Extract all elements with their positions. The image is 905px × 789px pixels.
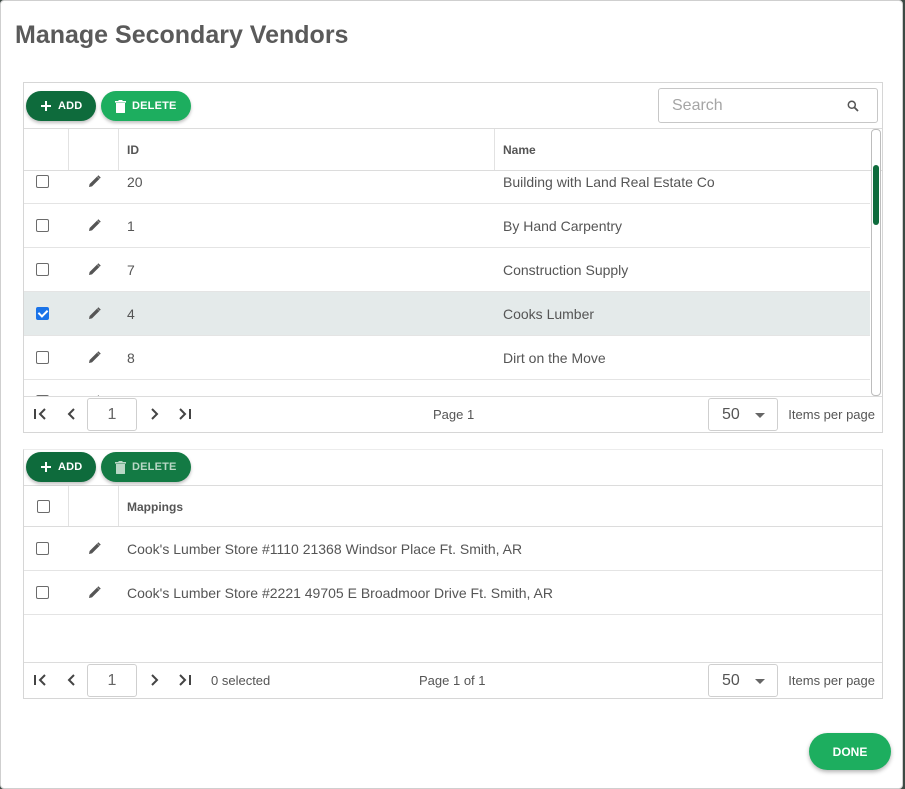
delete-mapping-button[interactable]: DELETE	[101, 452, 191, 482]
row-checkbox[interactable]	[36, 263, 49, 276]
prev-page-icon[interactable]	[64, 672, 80, 691]
edit-icon[interactable]	[88, 571, 101, 614]
manage-vendors-dialog: Manage Secondary Vendors ADD DELETE Sear…	[0, 0, 903, 789]
vendors-grid: ADD DELETE ID Name 20Building with L	[23, 82, 883, 433]
edit-icon[interactable]	[88, 527, 101, 570]
name-column-header[interactable]: Name	[503, 129, 536, 170]
vendor-name-cell: Cooks Lumber	[503, 305, 595, 322]
dialog-title: Manage Secondary Vendors	[15, 21, 349, 49]
id-column-header[interactable]: ID	[127, 129, 139, 170]
search-icon[interactable]	[847, 99, 859, 117]
delete-mapping-label: DELETE	[132, 461, 177, 473]
page-info: Page 1 of 1	[419, 673, 486, 688]
edit-icon[interactable]	[88, 248, 101, 291]
table-row[interactable]: Cook's Lumber Store #2221 49705 E Broadm…	[24, 571, 882, 615]
row-checkbox[interactable]	[36, 542, 49, 555]
edit-icon[interactable]	[88, 292, 101, 335]
vendors-scrollbar[interactable]	[871, 129, 881, 396]
page-number-input[interactable]: 1	[87, 398, 137, 431]
select-all-checkbox-cell[interactable]	[37, 486, 50, 527]
plus-icon	[40, 461, 52, 473]
select-all-checkbox[interactable]	[37, 500, 50, 513]
mappings-pager: 1 0 selected Page 1 of 1 50 Items per pa…	[24, 662, 882, 698]
caret-down-icon	[755, 679, 765, 684]
vendor-id-cell: 4	[127, 305, 135, 322]
add-mapping-button[interactable]: ADD	[26, 452, 97, 482]
row-checkbox[interactable]	[36, 351, 49, 364]
search-box[interactable]	[658, 88, 878, 123]
row-checkbox-cell[interactable]	[36, 571, 49, 614]
edit-icon[interactable]	[88, 204, 101, 247]
mappings-grid: ADD DELETE Mappings Cook's Lumber Store …	[23, 449, 883, 699]
vendors-header-row: ID Name	[24, 129, 882, 171]
table-row[interactable]: 4 Cooks Lumber	[24, 292, 870, 336]
table-row[interactable]: 8 Dirt on the Move	[24, 336, 870, 380]
vendors-pager: 1 Page 1 50 Items per page	[24, 396, 882, 432]
selected-count: 0 selected	[211, 673, 271, 688]
mappings-column-header[interactable]: Mappings	[127, 486, 183, 527]
vendor-name-cell: By Hand Carpentry	[503, 217, 623, 234]
last-page-icon[interactable]	[177, 406, 193, 425]
row-checkbox[interactable]	[36, 307, 49, 320]
edit-icon[interactable]	[88, 336, 101, 379]
page-info: Page 1	[433, 407, 475, 422]
add-vendor-button[interactable]: ADD	[26, 91, 97, 121]
next-page-icon[interactable]	[146, 672, 162, 691]
row-checkbox[interactable]	[36, 175, 49, 188]
prev-page-icon[interactable]	[64, 406, 80, 425]
first-page-icon[interactable]	[32, 406, 48, 425]
first-page-icon[interactable]	[32, 672, 48, 691]
vendor-name-cell: Dirt on the Move	[503, 349, 606, 366]
add-vendor-label: ADD	[58, 100, 83, 112]
row-checkbox-cell[interactable]	[36, 248, 49, 291]
next-page-icon[interactable]	[146, 406, 162, 425]
page-size-select[interactable]: 50	[708, 664, 778, 697]
mappings-toolbar: ADD DELETE	[24, 450, 882, 486]
items-per-page-label: Items per page	[788, 673, 875, 688]
row-checkbox[interactable]	[36, 219, 49, 232]
add-mapping-label: ADD	[58, 461, 83, 473]
items-per-page-label: Items per page	[788, 407, 875, 422]
table-row[interactable]: Cook's Lumber Store #1110 21368 Windsor …	[24, 527, 882, 571]
page-size-value: 50	[722, 405, 740, 423]
row-checkbox[interactable]	[36, 586, 49, 599]
last-page-icon[interactable]	[177, 672, 193, 691]
vendor-name-cell: Construction Supply	[503, 261, 629, 278]
caret-down-icon	[755, 413, 765, 418]
page-number-input[interactable]: 1	[87, 664, 137, 697]
delete-vendor-label: DELETE	[132, 100, 177, 112]
done-button[interactable]: DONE	[809, 733, 891, 770]
page-size-select[interactable]: 50	[708, 398, 778, 431]
vendor-id-cell: 1	[127, 217, 135, 234]
mappings-header-row: Mappings	[24, 486, 882, 527]
row-checkbox-cell[interactable]	[36, 204, 49, 247]
delete-vendor-button[interactable]: DELETE	[101, 91, 191, 121]
mapping-text-cell: Cook's Lumber Store #2221 49705 E Broadm…	[127, 584, 553, 601]
row-checkbox-cell[interactable]	[36, 527, 49, 570]
row-checkbox-cell[interactable]	[36, 336, 49, 379]
scrollbar-thumb[interactable]	[873, 165, 879, 225]
mapping-text-cell: Cook's Lumber Store #1110 21368 Windsor …	[127, 540, 523, 557]
vendor-id-cell: 7	[127, 261, 135, 278]
row-checkbox-cell[interactable]	[36, 292, 49, 335]
trash-icon	[115, 99, 126, 113]
search-input[interactable]	[672, 96, 837, 115]
table-row[interactable]: 7 Construction Supply	[24, 248, 870, 292]
vendor-id-cell: 8	[127, 349, 135, 366]
table-row[interactable]: 1 By Hand Carpentry	[24, 204, 870, 248]
trash-icon	[115, 460, 126, 474]
vendors-toolbar: ADD DELETE	[24, 83, 882, 129]
page-size-value: 50	[722, 671, 740, 689]
plus-icon	[40, 100, 52, 112]
